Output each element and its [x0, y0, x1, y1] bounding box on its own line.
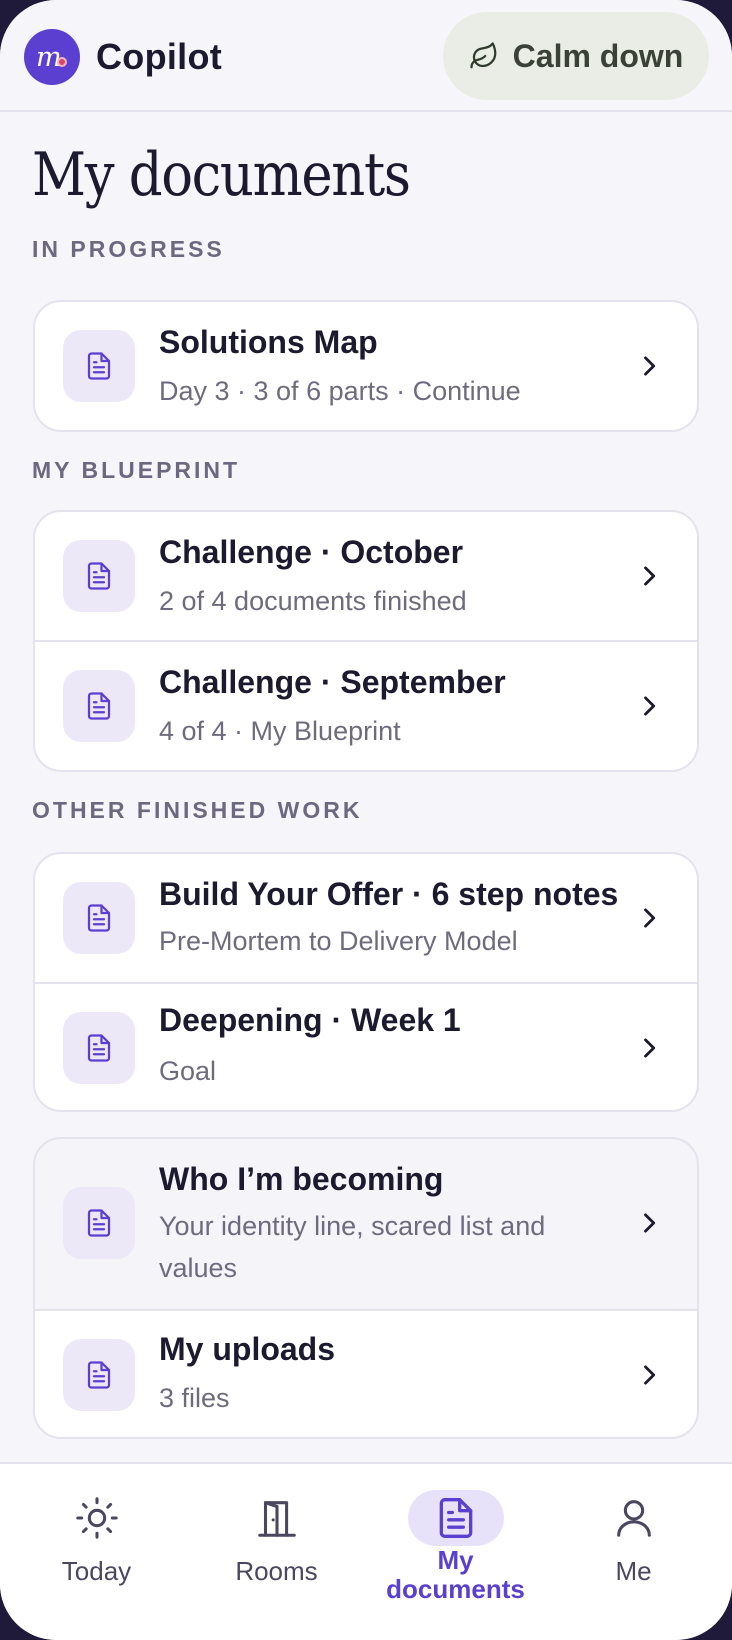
calm-down-button[interactable]: Calm down	[443, 12, 709, 100]
page-title: My documents	[32, 140, 411, 210]
nav-item-my-documents[interactable]: My documents	[364, 1464, 547, 1640]
row-title: My uploads	[159, 1331, 336, 1367]
chevron-right-icon	[644, 356, 656, 376]
row-subtitle: Goal	[159, 1056, 217, 1086]
nav-label-rooms: Rooms	[235, 1556, 318, 1586]
chevron-right-icon	[644, 696, 656, 716]
chevron-right-icon	[644, 566, 656, 586]
row-title: Challenge · September	[159, 664, 506, 700]
door-icon	[229, 1490, 325, 1546]
document-icon	[63, 1187, 135, 1259]
document-icon	[63, 882, 135, 954]
logo-mark-icon: m	[36, 42, 67, 73]
svg-text:m: m	[36, 42, 62, 73]
calm-down-label: Calm down	[512, 37, 684, 74]
row-subtitle: Day 3 · 3 of 6 parts · Continue	[159, 376, 521, 406]
document-icon	[63, 330, 135, 402]
section-label-my-blueprint: MY BLUEPRINT	[32, 457, 241, 483]
document-icon	[63, 1012, 135, 1084]
document-row-challenge-september[interactable]: Challenge · September 4 of 4 · My Bluepr…	[35, 640, 697, 770]
app-screen: m Copilot Calm down My documents IN PROG…	[0, 0, 732, 1640]
app-logo[interactable]: m	[24, 29, 80, 85]
document-icon	[63, 670, 135, 742]
document-row-deepening-week-1[interactable]: Deepening · Week 1 Goal	[35, 982, 697, 1110]
app-name: Copilot	[96, 36, 223, 77]
document-icon	[407, 1490, 504, 1546]
nav-item-today[interactable]: Today	[5, 1464, 188, 1640]
row-subtitle: 4 of 4 · My Blueprint	[159, 716, 401, 746]
bottom-navigation: Today Rooms My documents Me	[0, 1462, 732, 1640]
nav-label-my-documents-line-1: My	[437, 1545, 474, 1575]
document-row-my-uploads[interactable]: My uploads 3 files	[35, 1309, 697, 1437]
row-title: Challenge · October	[159, 534, 464, 570]
document-row-build-your-offer[interactable]: Build Your Offer · 6 step notes Pre-Mort…	[35, 854, 697, 982]
nav-label-me: Me	[615, 1556, 652, 1586]
row-title: Who I’m becoming	[159, 1161, 444, 1197]
nav-label-today: Today	[61, 1556, 132, 1586]
row-subtitle: Pre-Mortem to Delivery Model	[159, 926, 518, 956]
nav-item-me[interactable]: Me	[542, 1464, 725, 1640]
document-row-challenge-october[interactable]: Challenge · October 2 of 4 documents fin…	[35, 512, 697, 640]
chevron-right-icon	[644, 908, 656, 928]
personal-card: Who I’m becoming Your identity line, sca…	[33, 1137, 699, 1439]
row-title: Build Your Offer · 6 step notes	[159, 876, 619, 912]
document-icon	[63, 540, 135, 612]
other-work-card: Build Your Offer · 6 step notes Pre-Mort…	[33, 852, 699, 1112]
document-row-solutions-map[interactable]: Solutions Map Day 3 · 3 of 6 parts · Con…	[35, 302, 697, 430]
row-title: Solutions Map	[159, 324, 378, 360]
section-label-other-finished-work: OTHER FINISHED WORK	[32, 797, 363, 823]
row-title: Deepening · Week 1	[159, 1002, 461, 1038]
top-bar: m Copilot Calm down	[0, 0, 732, 112]
in-progress-card: Solutions Map Day 3 · 3 of 6 parts · Con…	[33, 300, 699, 432]
chevron-right-icon	[644, 1038, 656, 1058]
section-label-in-progress: IN PROGRESS	[32, 236, 225, 262]
nav-item-rooms[interactable]: Rooms	[185, 1464, 368, 1640]
document-icon	[63, 1339, 135, 1411]
sun-icon	[49, 1490, 145, 1546]
leaf-icon	[470, 42, 497, 69]
chevron-right-icon	[644, 1213, 656, 1233]
row-subtitle: 3 files	[159, 1383, 230, 1413]
user-icon	[586, 1490, 682, 1546]
row-subtitle-line-2: values	[159, 1253, 238, 1283]
document-row-who-im-becoming[interactable]: Who I’m becoming Your identity line, sca…	[35, 1139, 697, 1309]
blueprint-card: Challenge · October 2 of 4 documents fin…	[33, 510, 699, 772]
chevron-right-icon	[644, 1365, 656, 1385]
row-subtitle: 2 of 4 documents finished	[159, 586, 467, 616]
row-subtitle-line-1: Your identity line, scared list and	[159, 1211, 546, 1241]
nav-label-my-documents-line-2: documents	[386, 1574, 525, 1604]
